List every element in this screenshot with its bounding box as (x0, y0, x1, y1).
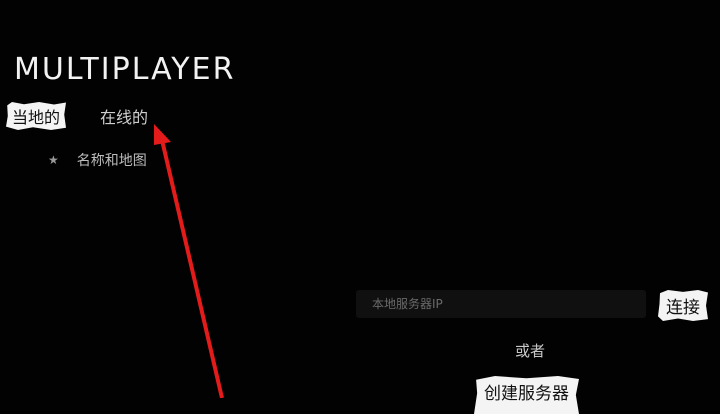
page-title: MULTIPLAYER (14, 52, 236, 87)
tab-local[interactable]: 当地的 (6, 102, 67, 130)
arrow-shaft (160, 139, 224, 398)
tab-online[interactable]: 在线的 (100, 104, 148, 128)
connect-button[interactable]: 连接 (658, 290, 708, 321)
arrow-head (154, 124, 171, 145)
create-server-button[interactable]: 创建服务器 (474, 376, 579, 414)
or-label: 或者 (515, 342, 546, 360)
server-ip-input[interactable] (356, 290, 646, 318)
sort-column-name-map[interactable]: ★ 名称和地图 (48, 150, 147, 170)
star-icon: ★ (48, 153, 59, 167)
sort-label: 名称和地图 (76, 153, 147, 169)
